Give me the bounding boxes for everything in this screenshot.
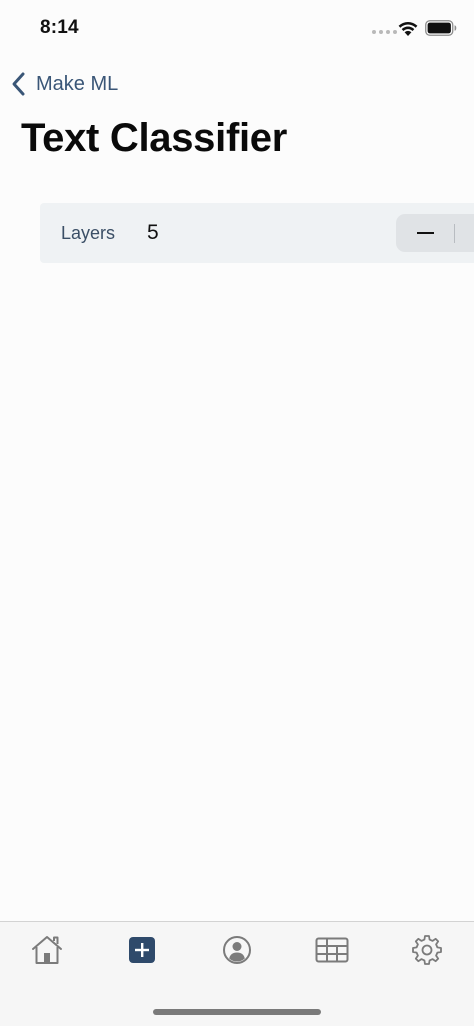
page-title: Text Classifier [21, 116, 287, 160]
table-icon [315, 937, 349, 963]
tab-data[interactable] [312, 932, 352, 968]
stepper-divider [454, 224, 455, 243]
status-time: 8:14 [40, 17, 79, 38]
wifi-icon [398, 21, 418, 36]
home-indicator [153, 1009, 321, 1015]
layers-row: Layers 5 [40, 203, 474, 263]
battery-icon [425, 20, 457, 36]
tab-settings[interactable] [407, 932, 447, 968]
decrement-button[interactable] [396, 214, 454, 252]
back-button-label: Make ML [36, 72, 119, 95]
chevron-left-icon [12, 72, 25, 96]
cellular-signal-icon [372, 30, 397, 34]
layers-label: Layers [61, 223, 116, 243]
gear-icon [412, 935, 442, 965]
layers-stepper[interactable] [396, 214, 474, 252]
tab-profile[interactable] [217, 932, 257, 968]
back-button[interactable]: Make ML [10, 68, 118, 100]
home-icon [32, 936, 62, 964]
screen: 8:14 Make ML Text Classifier Layers 5 [0, 0, 474, 1026]
add-square-icon [129, 937, 155, 963]
user-circle-icon [223, 936, 251, 964]
status-bar: 8:14 [0, 0, 474, 58]
tab-create[interactable] [122, 932, 162, 968]
tab-home[interactable] [27, 932, 67, 968]
layers-value: 5 [147, 221, 159, 244]
